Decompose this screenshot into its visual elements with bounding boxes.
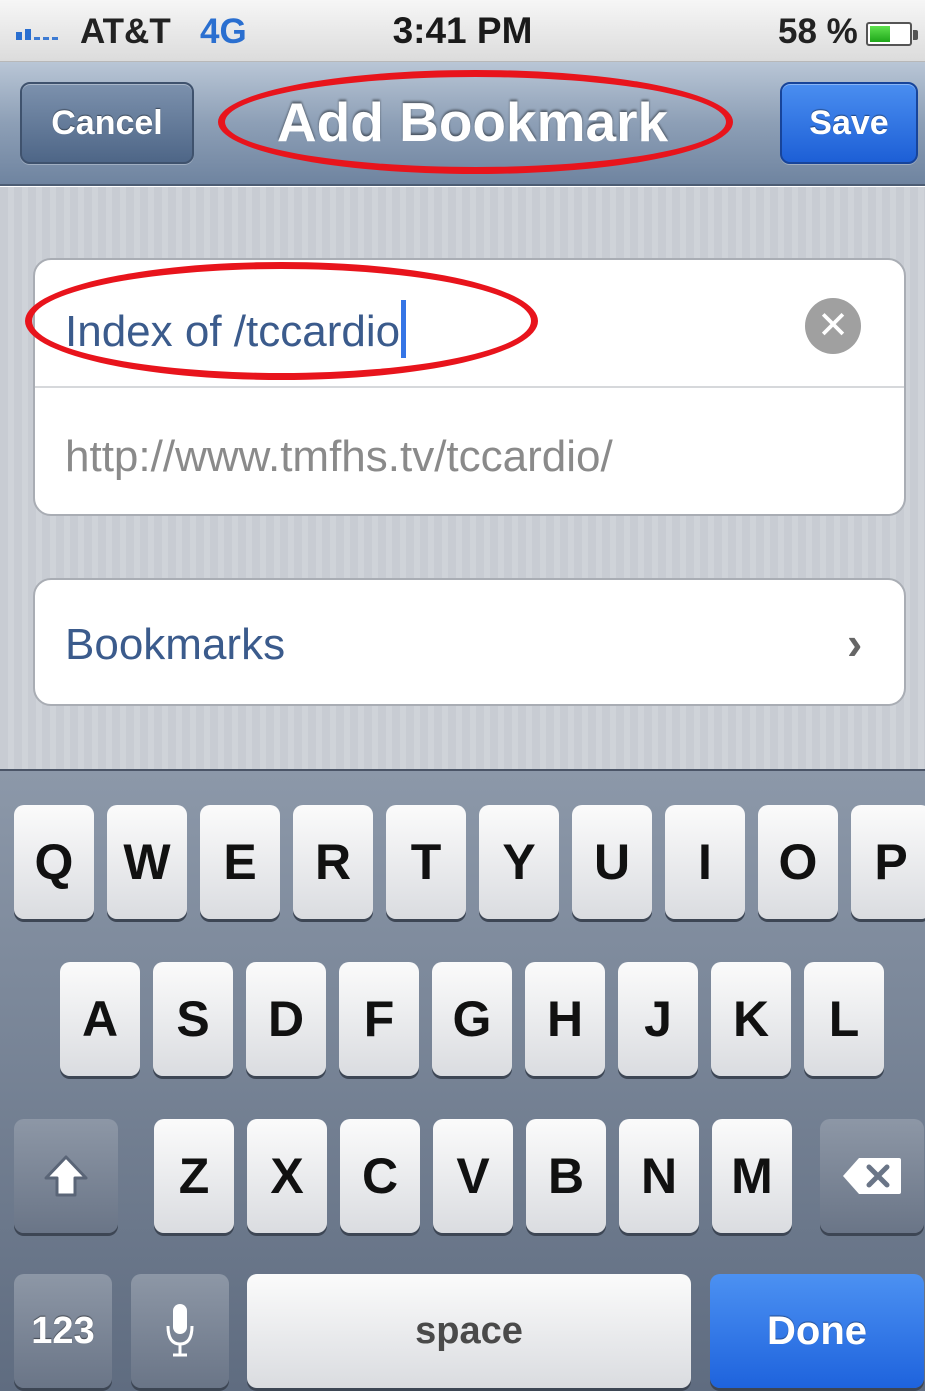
numbers-key[interactable]: 123 bbox=[14, 1274, 112, 1388]
key-r[interactable]: R bbox=[293, 805, 373, 919]
shift-icon bbox=[44, 1155, 88, 1197]
key-h[interactable]: H bbox=[525, 962, 605, 1076]
save-button[interactable]: Save bbox=[780, 82, 918, 164]
folder-label: Bookmarks bbox=[65, 620, 286, 669]
key-i[interactable]: I bbox=[665, 805, 745, 919]
battery-fill bbox=[870, 26, 891, 42]
key-o[interactable]: O bbox=[758, 805, 838, 919]
key-s[interactable]: S bbox=[153, 962, 233, 1076]
delete-key[interactable] bbox=[820, 1119, 924, 1233]
bookmark-url-row: http://www.tmfhs.tv/tccardio/ bbox=[35, 388, 904, 514]
keyboard: QWERTYUIOP ASDFGHJKL ZXCVBNM 123 space D… bbox=[0, 769, 925, 1391]
key-m[interactable]: M bbox=[712, 1119, 792, 1233]
status-bar: AT&T 4G 3:41 PM 58 % bbox=[0, 0, 925, 62]
key-w[interactable]: W bbox=[107, 805, 187, 919]
microphone-icon bbox=[166, 1304, 194, 1357]
key-a[interactable]: A bbox=[60, 962, 140, 1076]
battery-icon bbox=[866, 22, 918, 46]
key-n[interactable]: N bbox=[619, 1119, 699, 1233]
key-g[interactable]: G bbox=[432, 962, 512, 1076]
chevron-right-icon: › bbox=[847, 617, 863, 669]
key-l[interactable]: L bbox=[804, 962, 884, 1076]
key-c[interactable]: C bbox=[340, 1119, 420, 1233]
bookmark-url: http://www.tmfhs.tv/tccardio/ bbox=[65, 432, 613, 481]
bookmark-folder-row[interactable]: Bookmarks › bbox=[33, 578, 906, 706]
backspace-icon bbox=[843, 1158, 901, 1194]
done-key[interactable]: Done bbox=[710, 1274, 924, 1388]
key-p[interactable]: P bbox=[851, 805, 925, 919]
key-v[interactable]: V bbox=[433, 1119, 513, 1233]
key-q[interactable]: Q bbox=[14, 805, 94, 919]
key-e[interactable]: E bbox=[200, 805, 280, 919]
key-b[interactable]: B bbox=[526, 1119, 606, 1233]
space-key[interactable]: space bbox=[247, 1274, 691, 1388]
key-j[interactable]: J bbox=[618, 962, 698, 1076]
key-k[interactable]: K bbox=[711, 962, 791, 1076]
shift-key[interactable] bbox=[14, 1119, 118, 1233]
clear-text-icon[interactable]: ✕ bbox=[805, 298, 861, 354]
key-t[interactable]: T bbox=[386, 805, 466, 919]
key-z[interactable]: Z bbox=[154, 1119, 234, 1233]
key-f[interactable]: F bbox=[339, 962, 419, 1076]
annotation-circle-title-field bbox=[25, 262, 538, 380]
battery-percent: 58 % bbox=[778, 12, 858, 51]
annotation-circle-title bbox=[218, 70, 733, 174]
key-y[interactable]: Y bbox=[479, 805, 559, 919]
cancel-button[interactable]: Cancel bbox=[20, 82, 194, 164]
key-x[interactable]: X bbox=[247, 1119, 327, 1233]
key-u[interactable]: U bbox=[572, 805, 652, 919]
dictation-key[interactable] bbox=[131, 1274, 229, 1388]
screen: AT&T 4G 3:41 PM 58 % Cancel Add Bookmark… bbox=[0, 0, 925, 1391]
key-d[interactable]: D bbox=[246, 962, 326, 1076]
